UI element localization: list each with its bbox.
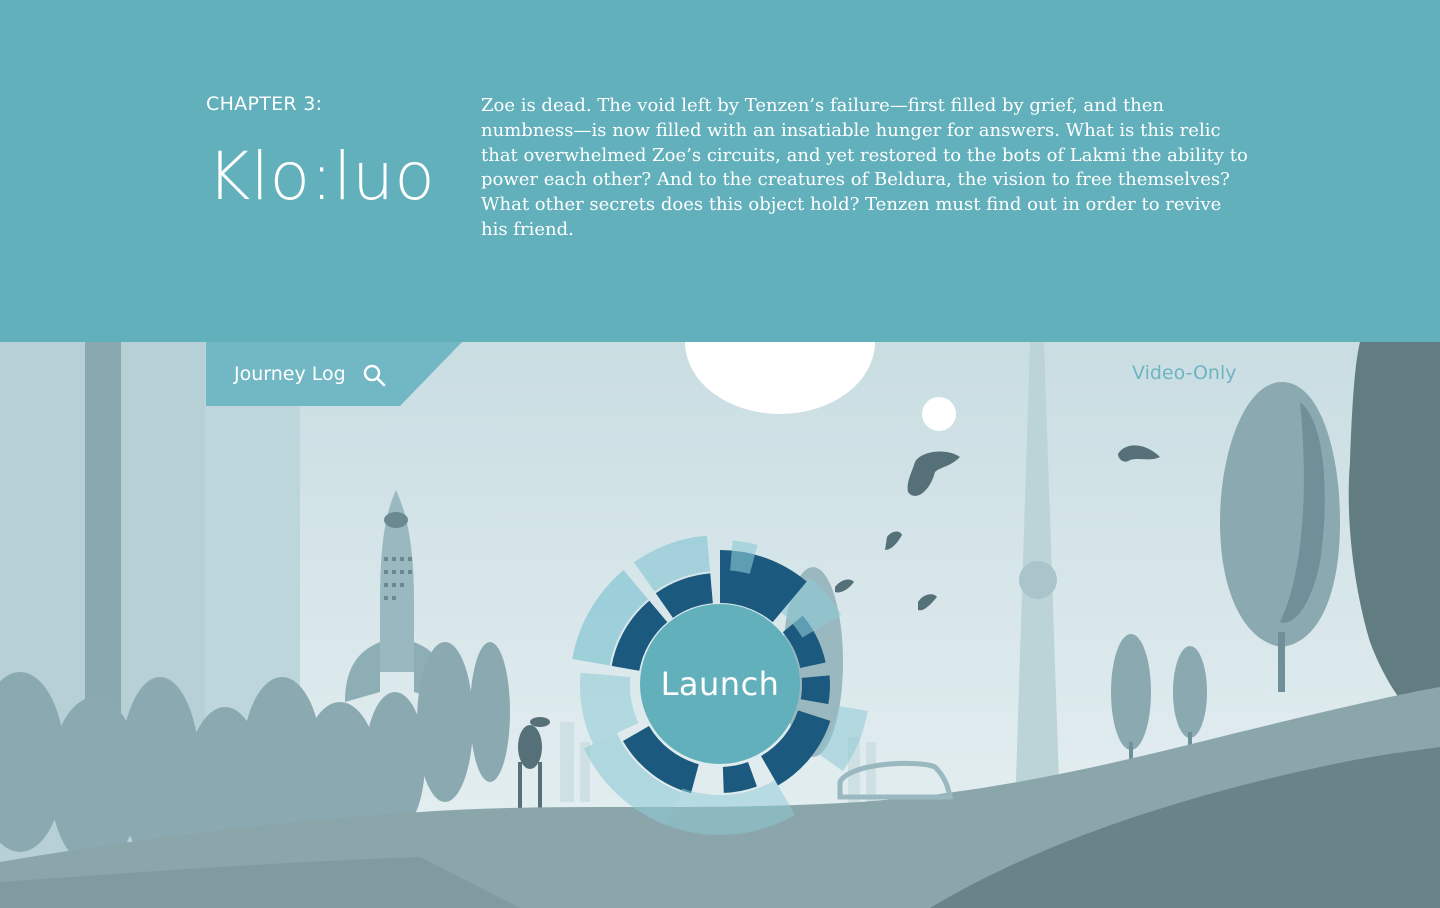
chapter-screen: CHAPTER 3: Klo:luo Zoe is dead. The void… xyxy=(0,0,1440,908)
chapter-number-label: CHAPTER 3: xyxy=(206,93,323,115)
chapter-description: Zoe is dead. The void left by Tenzen’s f… xyxy=(481,95,1248,240)
dial-segment xyxy=(800,675,830,705)
launch-label: Launch xyxy=(660,665,780,703)
launch-button[interactable]: Launch xyxy=(640,604,800,764)
journey-log-button[interactable]: Journey Log xyxy=(206,342,462,406)
chapter-header: CHAPTER 3: Klo:luo Zoe is dead. The void… xyxy=(0,0,1440,342)
search-icon xyxy=(363,364,386,387)
chapter-title: Klo:luo xyxy=(207,138,436,215)
video-only-toggle[interactable]: Video-Only xyxy=(1132,362,1237,384)
dial-segment xyxy=(818,705,868,772)
dial-segment xyxy=(722,762,757,793)
dial-segment xyxy=(580,672,639,745)
journey-log-label: Journey Log xyxy=(234,363,346,385)
